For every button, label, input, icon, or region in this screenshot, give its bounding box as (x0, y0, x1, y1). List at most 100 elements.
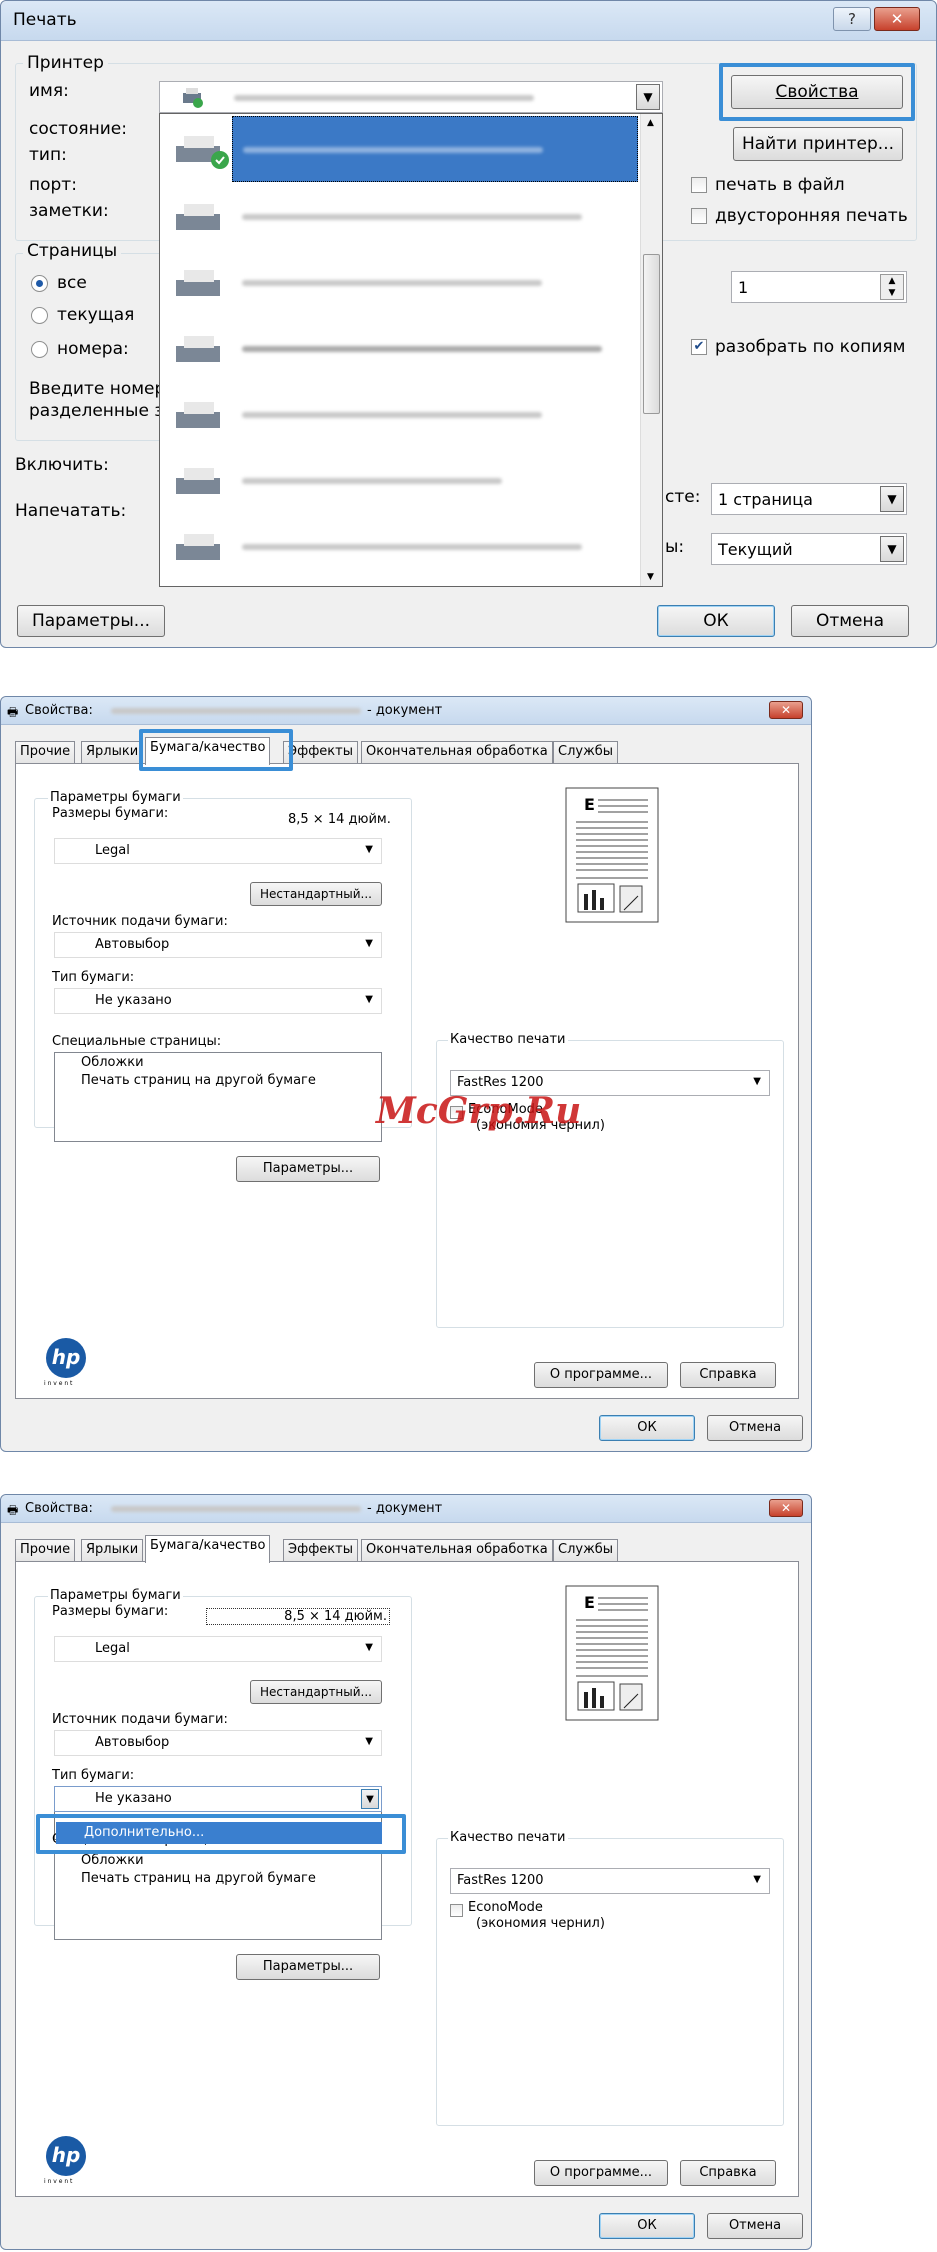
scroll-up-icon[interactable]: ▲ (647, 118, 654, 128)
properties-title-suffix: - документ (367, 703, 443, 718)
tab-other[interactable]: Прочие (15, 1539, 76, 1561)
economode-checkbox[interactable] (450, 1904, 463, 1917)
custom-size-button[interactable]: Нестандартный... (250, 882, 382, 906)
paper-size-select[interactable]: Legal ▼ (54, 1636, 382, 1662)
paper-type-select[interactable]: Не указано ▼ (54, 988, 382, 1014)
all-pages-radio[interactable] (31, 275, 48, 292)
paper-type-label: Тип бумаги: (52, 1768, 135, 1783)
paper-source-select[interactable]: Автовыбор ▼ (54, 1730, 382, 1756)
hp-logo-text: hp (51, 1345, 81, 1369)
printer-list-item[interactable] (162, 448, 638, 514)
printer-icon (172, 462, 232, 506)
tab-finishing[interactable]: Окончательная обработка (361, 741, 553, 763)
pages-per-sheet-select[interactable]: 1 страница ▼ (711, 483, 907, 515)
list-item[interactable]: Обложки (81, 1853, 144, 1868)
cancel-button[interactable]: Отмена (791, 605, 909, 637)
special-params-button[interactable]: Параметры... (236, 1954, 380, 1980)
special-pages-list[interactable]: Обложки Печать страниц на другой бумаге (54, 1052, 382, 1142)
printer-list-item[interactable] (162, 316, 638, 382)
paper-type-select[interactable]: Не указано ▼ (54, 1786, 382, 1812)
chevron-down-icon[interactable]: ▼ (365, 938, 373, 949)
printer-name-blurred (234, 95, 534, 101)
page-preview-icon: E (564, 1584, 660, 1724)
cancel-button[interactable]: Отмена (707, 1415, 803, 1441)
current-page-radio[interactable] (31, 307, 48, 324)
paper-size-selected: Legal (95, 843, 130, 858)
about-button[interactable]: О программе... (534, 1362, 668, 1388)
tab-effects[interactable]: Эффекты (283, 1539, 358, 1561)
printer-list-item-selected[interactable] (162, 116, 638, 182)
page-numbers-radio[interactable] (31, 341, 48, 358)
hp-logo-text: hp (51, 2143, 81, 2167)
properties-button[interactable]: Свойства (731, 75, 903, 109)
printer-name-blurred (242, 478, 502, 484)
tab-other[interactable]: Прочие (15, 741, 76, 763)
scroll-down-icon[interactable]: ▼ (647, 572, 654, 582)
chevron-down-icon[interactable]: ▼ (365, 844, 373, 855)
properties-dialog-dropdown-open: 🖶 Свойства: - документ ✕ Прочие Ярлыки Б… (0, 1494, 812, 2250)
paper-size-select[interactable]: Legal ▼ (54, 838, 382, 864)
print-quality-label: Качество печати (448, 1032, 568, 1047)
printer-name-select[interactable]: ▼ (159, 81, 663, 113)
dropdown-scrollbar[interactable]: ▲ ▼ (640, 114, 662, 586)
chevron-down-icon[interactable]: ▼ (361, 1789, 379, 1809)
tab-shortcuts[interactable]: Ярлыки (81, 741, 144, 763)
help-button[interactable]: ? (833, 7, 871, 31)
printer-list-item[interactable] (162, 250, 638, 316)
printer-list-item[interactable] (162, 382, 638, 448)
print-quality-selected: FastRes 1200 (457, 1873, 544, 1888)
chevron-down-icon[interactable]: ▼ (753, 1076, 761, 1087)
tab-effects[interactable]: Эффекты (283, 741, 358, 763)
special-pages-list[interactable]: Обложки Печать страниц на другой бумаге (54, 1850, 382, 1940)
pages-per-sheet-label: сте: (665, 487, 701, 507)
close-button[interactable]: ✕ (769, 1499, 803, 1517)
tab-services[interactable]: Службы (553, 741, 619, 763)
copies-input[interactable]: 1 ▲ ▼ (731, 271, 907, 303)
printer-icon: 🖶 (7, 705, 19, 719)
properties-titlebar: 🖶 Свойства: - документ ✕ (1, 697, 811, 725)
help-button[interactable]: Справка (680, 2160, 776, 2186)
list-item[interactable]: Печать страниц на другой бумаге (81, 1073, 316, 1088)
tab-paper-quality[interactable]: Бумага/качество (145, 1535, 271, 1563)
tab-shortcuts[interactable]: Ярлыки (81, 1539, 144, 1561)
find-printer-button[interactable]: Найти принтер... (733, 127, 903, 161)
copies-spinner[interactable]: ▲ ▼ (880, 274, 904, 300)
custom-size-button[interactable]: Нестандартный... (250, 1680, 382, 1704)
duplex-checkbox[interactable] (691, 208, 707, 224)
close-button[interactable]: ✕ (769, 701, 803, 719)
paper-params-label: Параметры бумаги (48, 1588, 183, 1603)
tab-services[interactable]: Службы (553, 1539, 619, 1561)
paper-size-value: 8,5 × 14 дюйм. (288, 812, 391, 827)
hp-logo: hp i n v e n t (38, 2136, 94, 2188)
about-button[interactable]: О программе... (534, 2160, 668, 2186)
ok-button[interactable]: ОК (599, 2213, 695, 2239)
ok-button[interactable]: ОК (599, 1415, 695, 1441)
tab-finishing[interactable]: Окончательная обработка (361, 1539, 553, 1561)
scale-select[interactable]: Текущий ▼ (711, 533, 907, 565)
parameters-button[interactable]: Параметры... (17, 605, 165, 637)
print-quality-select[interactable]: FastRes 1200 ▼ (450, 1868, 770, 1894)
scrollbar-thumb[interactable] (643, 254, 660, 414)
print-to-file-checkbox[interactable] (691, 177, 707, 193)
cancel-button[interactable]: Отмена (707, 2213, 803, 2239)
duplex-label: двусторонняя печать (715, 206, 908, 226)
collate-checkbox[interactable]: ✔ (691, 339, 707, 355)
paper-source-select[interactable]: Автовыбор ▼ (54, 932, 382, 958)
close-button[interactable]: ✕ (874, 7, 920, 31)
special-params-button[interactable]: Параметры... (236, 1156, 380, 1182)
chevron-down-icon[interactable]: ▼ (636, 84, 660, 110)
list-item[interactable]: Обложки (81, 1055, 144, 1070)
invent-label: i n v e n t (44, 1380, 73, 1387)
paper-type-label: Тип бумаги: (52, 970, 135, 985)
chevron-down-icon[interactable]: ▼ (365, 994, 373, 1005)
ok-button[interactable]: ОК (657, 605, 775, 637)
list-item[interactable]: Печать страниц на другой бумаге (81, 1871, 316, 1886)
chevron-down-icon[interactable]: ▼ (880, 486, 904, 512)
printer-list-item[interactable] (162, 514, 638, 580)
chevron-down-icon[interactable]: ▼ (365, 1736, 373, 1747)
help-button[interactable]: Справка (680, 1362, 776, 1388)
chevron-down-icon[interactable]: ▼ (753, 1874, 761, 1885)
chevron-down-icon[interactable]: ▼ (880, 536, 904, 562)
printer-list-item[interactable] (162, 184, 638, 250)
chevron-down-icon[interactable]: ▼ (365, 1642, 373, 1653)
